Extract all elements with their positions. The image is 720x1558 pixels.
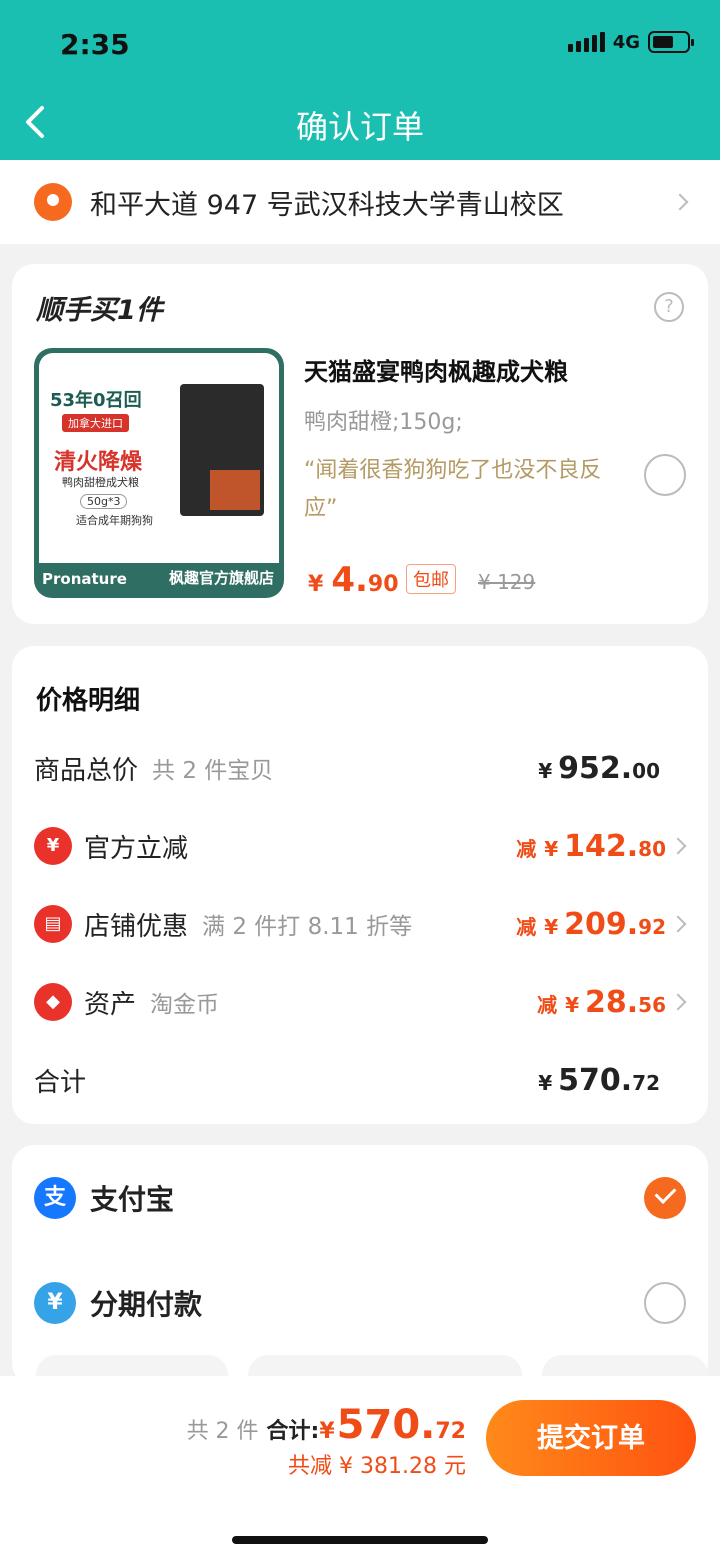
payment-label: 支付宝 [90, 1183, 175, 1216]
addon-select-radio[interactable] [644, 454, 686, 496]
total-dec: 72 [435, 1419, 466, 1444]
product-review: “闻着很香狗狗吃了也没不良反应” [304, 458, 602, 521]
checkout-bar: 共 2 件 合计: ¥ 570. 72 共减 ¥ 381.28 元 提交订单 [0, 1376, 720, 1558]
price-row-assets[interactable]: ◆ 资产 淘金币 减 ¥ 28. 56 [12, 980, 708, 1024]
total-label: 合计: [266, 1419, 320, 1444]
chevron-right-icon [669, 993, 687, 1011]
discount-icon: ¥ [34, 827, 72, 865]
row-note: 满 2 件打 8.11 折等 [202, 914, 413, 940]
payment-label: 分期付款 [90, 1288, 203, 1321]
row-label: 资产 [84, 989, 137, 1020]
product-spec: 鸭肉甜橙;150g; [304, 410, 463, 435]
value-int: 142. [564, 828, 639, 864]
payment-card: 支 支付宝 ¥ 分期付款 [12, 1145, 708, 1395]
row-note: 共 2 件宝贝 [152, 758, 274, 784]
unchecked-radio[interactable] [644, 1282, 686, 1324]
value-dec: 92 [638, 914, 666, 939]
tag-icon: ◆ [34, 983, 72, 1021]
product-image[interactable]: 53年0召回 加拿大进口 清火降燥 鸭肉甜橙成犬粮 50g*3 适合成年期狗狗 … [34, 348, 284, 598]
image-size: 50g*3 [80, 494, 128, 509]
page-title: 确认订单 [295, 108, 424, 146]
home-indicator[interactable] [232, 1536, 488, 1544]
image-brand: Pronature [42, 570, 127, 588]
value-dec: 00 [632, 758, 660, 783]
value-int: 28. [585, 984, 639, 1020]
row-value: ¥ 952. 00 [538, 751, 660, 786]
product-name[interactable]: 天猫盛宴鸭肉枫趣成犬粮 [304, 352, 568, 387]
image-badge: 53年0召回 [50, 390, 142, 411]
payment-option-installment[interactable]: ¥ 分期付款 [12, 1278, 708, 1328]
value-minus: 减 [516, 914, 537, 939]
item-count: 共 2 件 [186, 1419, 259, 1444]
value-currency: ¥ [538, 1070, 553, 1095]
store-icon: ▤ [34, 905, 72, 943]
value-minus: 减 [516, 836, 537, 861]
status-icons: 4G [567, 31, 694, 53]
location-icon [34, 183, 72, 221]
image-subtitle: 鸭肉甜橙成犬粮 [62, 476, 139, 489]
addon-title: 顺手买1件 [36, 295, 163, 326]
row-label: 官方立减 [84, 833, 189, 864]
total-value: ¥ 570. 72 [319, 1402, 466, 1448]
total-summary: 共 2 件 合计: ¥ 570. 72 [187, 1402, 466, 1448]
row-label: 合计 [34, 1067, 87, 1098]
image-flag: 加拿大进口 [62, 414, 129, 432]
chevron-right-icon [671, 193, 689, 211]
value-currency: ¥ [565, 992, 579, 1017]
installment-icon: ¥ [34, 1282, 76, 1324]
price-row-store-discount[interactable]: ▤ 店铺优惠 满 2 件打 8.11 折等 减 ¥ 209. 92 [12, 902, 708, 946]
product-price: ¥ 4. 90 [308, 560, 399, 600]
price-detail-card: 价格明细 商品总价 共 2 件宝贝 ¥ 952. 00 ¥ 官方立减 减 ¥ 1… [12, 646, 708, 1124]
original-price: ¥ 129 [478, 570, 536, 594]
value-minus: 减 [537, 992, 558, 1017]
value-int: 209. [564, 906, 639, 942]
total-saved: 共减 ¥ 381.28 元 [288, 1454, 466, 1479]
row-value: 减 ¥ 28. 56 [537, 985, 666, 1020]
value-dec: 80 [638, 836, 666, 861]
price-row-subtotal: 合计 ¥ 570. 72 [12, 1058, 708, 1102]
value-currency: ¥ [544, 914, 559, 939]
price-currency: ¥ [308, 572, 324, 597]
total-int: 570. [336, 1402, 436, 1448]
value-int: 570. [558, 1062, 633, 1098]
image-headline: 清火降燥 [54, 450, 143, 475]
status-time: 2:35 [60, 28, 130, 61]
alipay-icon: 支 [34, 1177, 76, 1219]
row-value: 减 ¥ 142. 80 [516, 829, 666, 864]
row-note: 淘金币 [150, 992, 220, 1018]
value-dec: 72 [632, 1070, 660, 1095]
app-header: 2:35 4G 确认订单 [0, 0, 720, 160]
network-type: 4G [612, 31, 640, 53]
row-label: 店铺优惠 [84, 911, 189, 942]
checked-icon[interactable] [644, 1177, 686, 1219]
value-dec: 56 [638, 992, 666, 1017]
price-detail-title: 价格明细 [36, 686, 141, 716]
chevron-right-icon [669, 837, 687, 855]
payment-option-alipay[interactable]: 支 支付宝 [12, 1173, 708, 1223]
image-age: 适合成年期狗狗 [76, 514, 153, 527]
row-value: ¥ 570. 72 [538, 1063, 660, 1098]
price-row-total: 商品总价 共 2 件宝贝 ¥ 952. 00 [12, 746, 708, 790]
row-value: 减 ¥ 209. 92 [516, 907, 666, 942]
chevron-right-icon [669, 915, 687, 933]
row-label: 商品总价 [34, 755, 139, 786]
address-text: 和平大道 947 号武汉科技大学青山校区 [90, 189, 564, 221]
product-bag-graphic [180, 384, 264, 516]
value-currency: ¥ [538, 758, 553, 783]
price-row-official-discount[interactable]: ¥ 官方立减 减 ¥ 142. 80 [12, 824, 708, 868]
free-shipping-badge: 包邮 [406, 564, 456, 594]
total-currency: ¥ [319, 1419, 335, 1444]
submit-order-button[interactable]: 提交订单 [486, 1400, 696, 1476]
image-store: 枫趣官方旗舰店 [168, 569, 274, 587]
price-dec: 90 [367, 572, 399, 597]
battery-icon [648, 31, 694, 53]
signal-icon [567, 32, 605, 52]
help-icon[interactable]: ? [654, 292, 684, 322]
price-int: 4. [331, 560, 368, 600]
value-currency: ¥ [544, 836, 559, 861]
address-row[interactable]: 和平大道 947 号武汉科技大学青山校区 [0, 160, 720, 244]
addon-card: 顺手买1件 ? 53年0召回 加拿大进口 清火降燥 鸭肉甜橙成犬粮 50g*3 … [12, 264, 708, 624]
value-int: 952. [558, 750, 633, 786]
